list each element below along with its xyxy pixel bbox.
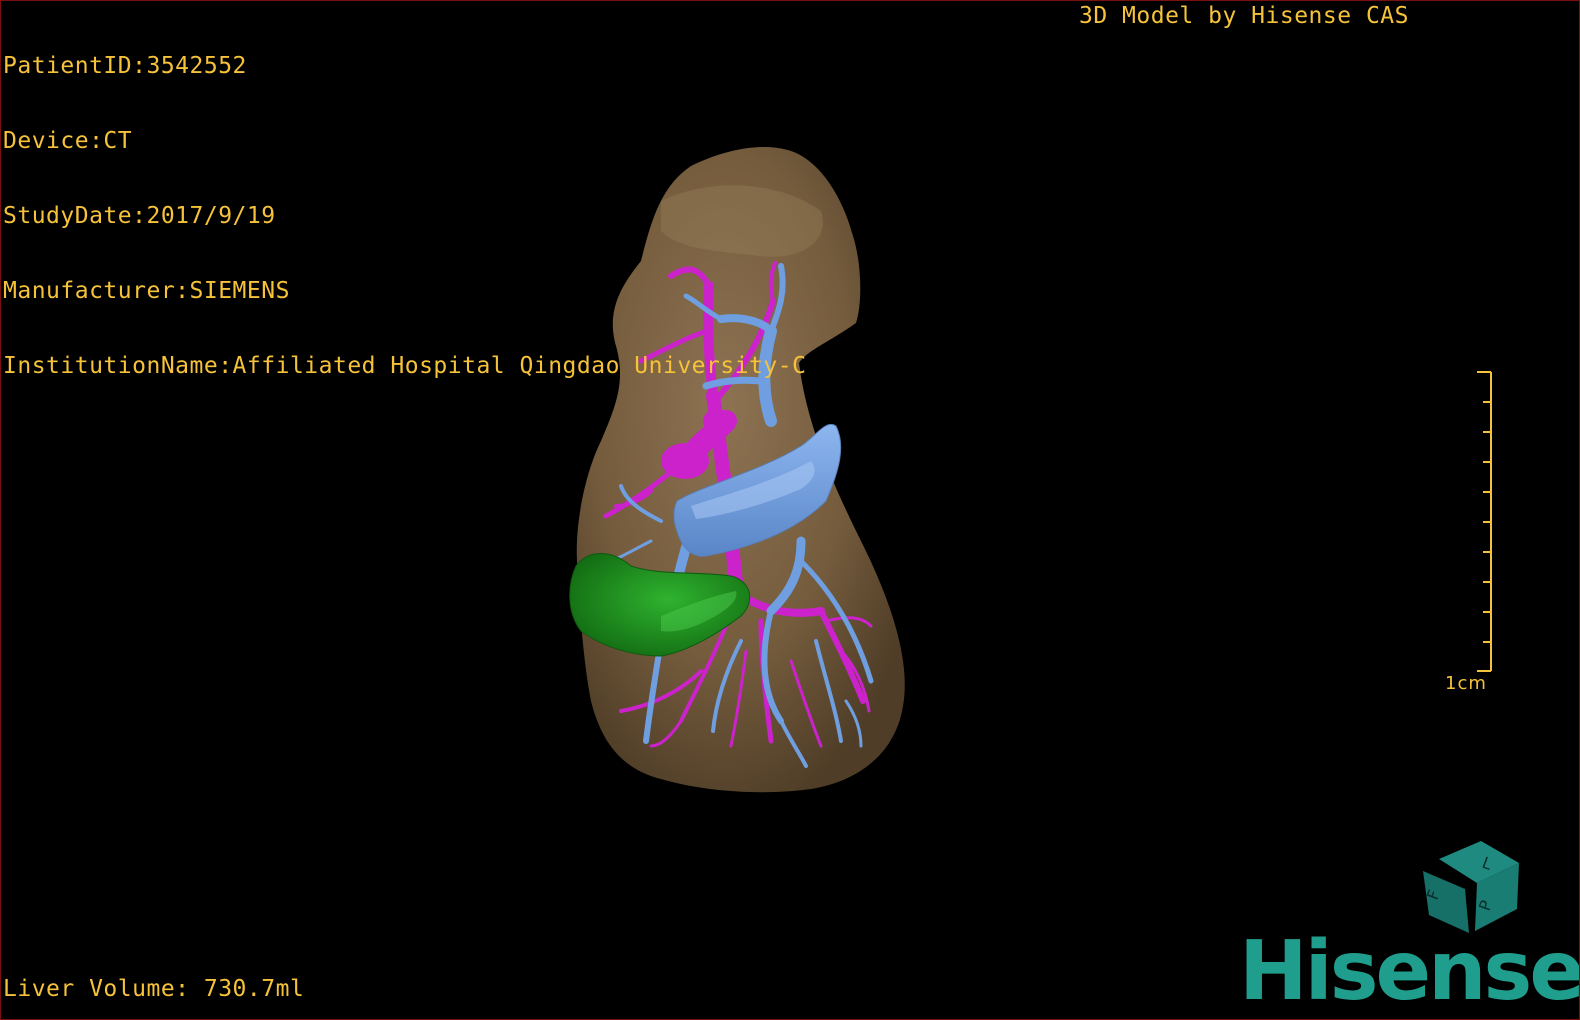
- study-date-label: StudyDate:2017/9/19: [3, 203, 276, 229]
- scale-bar: [1477, 371, 1492, 672]
- liver-volume-label: Liver Volume: 730.7ml: [3, 976, 305, 1002]
- hisense-logo: Hisense: [1239, 924, 1580, 1019]
- 3d-viewport[interactable]: PatientID:3542552 Device:CT StudyDate:20…: [0, 0, 1580, 1020]
- artery-knot: [661, 443, 709, 479]
- scale-bar-label: 1cm: [1445, 673, 1487, 694]
- patient-id-label: PatientID:3542552: [3, 53, 247, 79]
- model-credit: 3D Model by Hisense CAS: [1079, 3, 1409, 29]
- study-info-overlay: PatientID:3542552 Device:CT StudyDate:20…: [3, 4, 806, 429]
- device-label: Device:CT: [3, 128, 133, 154]
- institution-label: InstitutionName:Affiliated Hospital Qing…: [3, 353, 807, 379]
- orientation-cube[interactable]: L F P: [1419, 837, 1529, 937]
- manufacturer-label: Manufacturer:SIEMENS: [3, 278, 290, 304]
